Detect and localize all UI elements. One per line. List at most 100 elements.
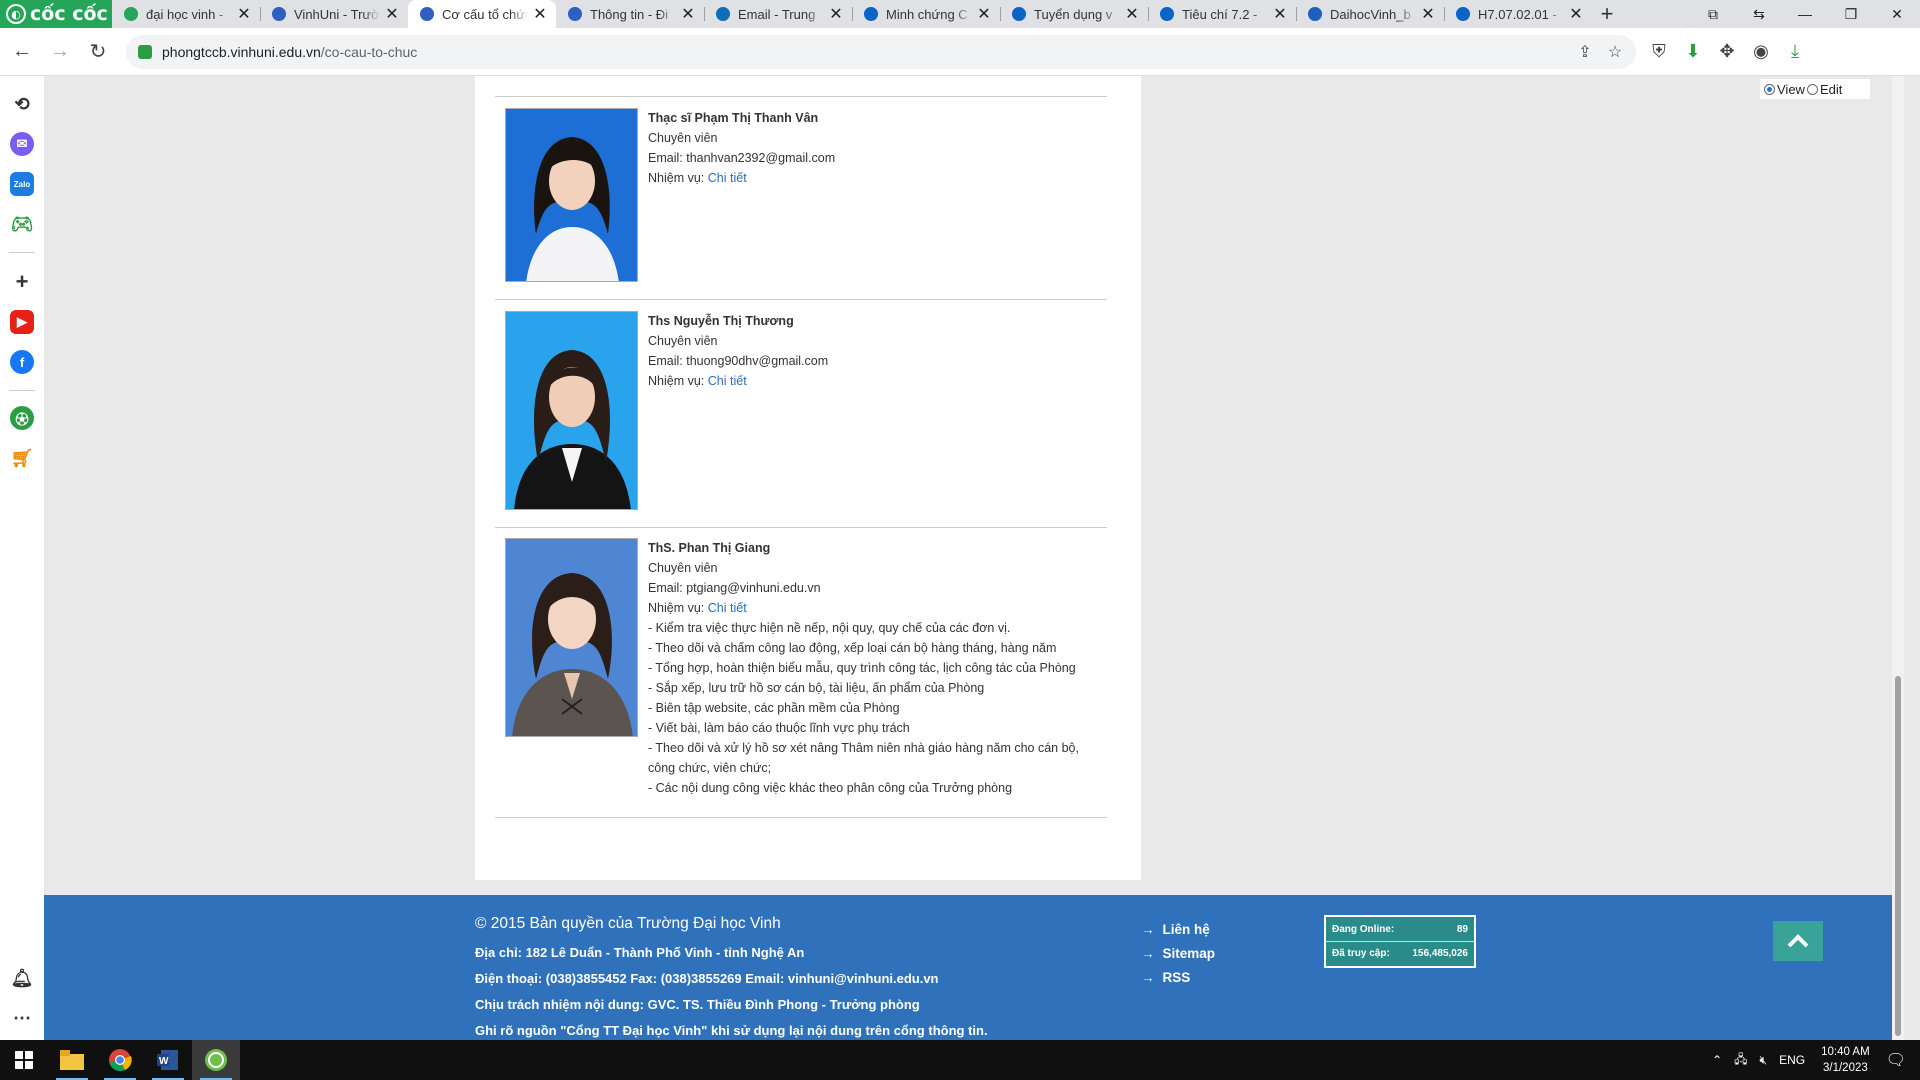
more-options-icon[interactable]: ⋯ [10, 1006, 34, 1030]
soccer-icon[interactable]: ⚽︎ [10, 406, 34, 430]
forward-button[interactable]: → [44, 36, 76, 68]
duty-item: - Tổng hợp, hoàn thiện biểu mẫu, quy trì… [648, 661, 1076, 675]
site-security-icon[interactable] [138, 44, 152, 59]
youtube-icon[interactable]: ▶ [10, 310, 34, 334]
close-tab-icon[interactable]: ✕ [1124, 4, 1140, 24]
close-tab-icon[interactable]: ✕ [1568, 4, 1584, 24]
downloads-icon[interactable]: ⤓ [1778, 35, 1812, 69]
browser-tab[interactable]: H7.07.02.01 - ✕ [1444, 0, 1592, 28]
facebook-icon[interactable]: f [10, 350, 34, 374]
close-tab-icon[interactable]: ✕ [384, 4, 400, 24]
close-window-button[interactable]: ✕ [1874, 0, 1920, 28]
browser-tab[interactable]: đại học vinh - ✕ [112, 0, 260, 28]
outlook-icon [716, 7, 730, 21]
close-tab-icon[interactable]: ✕ [532, 4, 548, 24]
browser-tab[interactable]: Minh chứng C ✕ [852, 0, 1000, 28]
footer-link-rss[interactable]: → RSS [1141, 965, 1215, 989]
close-tab-icon[interactable]: ✕ [828, 4, 844, 24]
bookmark-star-icon[interactable]: ☆ [1606, 43, 1624, 61]
duty-item: - Theo dõi và xử lý hồ sơ xét nâng Thâm … [648, 741, 1079, 775]
clock[interactable]: 10:40 AM 3/1/2023 [1811, 1044, 1880, 1076]
word-icon[interactable]: W [144, 1040, 192, 1080]
extensions-puzzle-icon[interactable]: ✥ [1710, 35, 1744, 69]
address-bar[interactable]: phongtccb.vinhuni.edu.vn/co-cau-to-chuc … [126, 34, 1636, 69]
duty-item: - Biên tập website, các phần mềm của Phò… [648, 701, 900, 715]
detail-link[interactable]: Chi tiết [708, 171, 747, 185]
online-value: 89 [1456, 923, 1468, 935]
onedrive-icon [864, 7, 878, 21]
portrait-image [506, 539, 637, 736]
tab-title: VinhUni - Trườ [294, 6, 380, 22]
coccoc-leaf-icon: ◐ [6, 4, 26, 24]
file-explorer-icon[interactable] [48, 1040, 96, 1080]
volume-muted-icon[interactable]: 🔇︎ [1754, 1053, 1774, 1068]
browser-sidebar: ⟲ ✉ Zalo 🎮︎ + ▶ f ⚽︎ 🛒︎ 🔔︎ ⋯ [0, 76, 44, 1040]
game-controller-icon[interactable]: 🎮︎ [10, 212, 34, 236]
footer-phone: Điện thoại: (038)3855452 Fax: (038)38552… [475, 971, 939, 986]
notification-bell-icon[interactable]: 🔔︎ [10, 966, 34, 990]
clock-date: 3/1/2023 [1823, 1062, 1868, 1074]
page-scrollbar[interactable] [1892, 76, 1904, 1040]
shopping-cart-icon[interactable]: 🛒︎ [10, 446, 34, 470]
staff-role: Chuyên viên [648, 334, 718, 348]
close-tab-icon[interactable]: ✕ [1272, 4, 1288, 24]
shield-extension-icon[interactable]: ⛨ [1642, 35, 1676, 69]
back-button[interactable]: ← [6, 36, 38, 68]
staff-email-line: Email: ptgiang@vinhuni.edu.vn [648, 578, 1108, 598]
sync-icon[interactable]: ⇆ [1736, 0, 1782, 28]
reload-button[interactable]: ↻ [82, 36, 114, 68]
footer-link-sitemap[interactable]: → Sitemap [1141, 941, 1215, 965]
browser-tab[interactable]: Tuyển dụng v ✕ [1000, 0, 1148, 28]
view-radio[interactable] [1764, 83, 1775, 95]
row-divider [495, 299, 1107, 300]
footer-responsible: Chịu trách nhiệm nội dung: GVC. TS. Thiề… [475, 997, 920, 1012]
browser-tab[interactable]: Cơ cấu tổ chức ✕ [408, 0, 556, 28]
coccoc-taskbar-icon[interactable] [192, 1040, 240, 1080]
add-sidebar-icon[interactable]: + [10, 269, 34, 294]
detail-link[interactable]: Chi tiết [708, 374, 747, 388]
download-extension-icon[interactable]: ⬇ [1676, 35, 1710, 69]
duty-item: - Các nội dung công việc khác theo phân … [648, 781, 1013, 795]
footer-link-contact[interactable]: → Liên hệ [1141, 917, 1215, 941]
browser-logo-text: cốc cốc [30, 3, 108, 25]
browser-tab[interactable]: Tiêu chí 7.2 - ✕ [1148, 0, 1296, 28]
messenger-icon[interactable]: ✉ [10, 132, 34, 156]
duty-label: Nhiệm vụ: [648, 171, 705, 185]
onedrive-icon [1456, 7, 1470, 21]
scrollbar-thumb[interactable] [1895, 676, 1901, 1036]
browser-tab[interactable]: Thông tin - Đi ✕ [556, 0, 704, 28]
tray-expand-icon[interactable]: ⌃ [1706, 1053, 1728, 1067]
browser-tab[interactable]: Email - Trung ✕ [704, 0, 852, 28]
language-indicator[interactable]: ENG [1773, 1053, 1811, 1067]
windows-start-icon[interactable] [0, 1040, 48, 1080]
restore-button[interactable]: ❐ [1828, 0, 1874, 28]
new-tab-button[interactable]: + [1592, 0, 1622, 28]
notifications-icon[interactable]: 🗨︎ [1880, 1050, 1920, 1070]
staff-duty-line: Nhiệm vụ: Chi tiết [648, 598, 1108, 618]
tab-title: DaihocVinh_b [1330, 6, 1411, 22]
minimize-button[interactable]: — [1782, 0, 1828, 28]
chrome-icon[interactable] [96, 1040, 144, 1080]
network-icon[interactable]: 🖧︎ [1728, 1050, 1753, 1071]
staff-email-line: Email: thuong90dhv@gmail.com [648, 351, 1108, 371]
arrow-right-icon: → [1141, 969, 1155, 985]
tab-search-icon[interactable]: ⧉ [1690, 0, 1736, 28]
close-tab-icon[interactable]: ✕ [1420, 4, 1436, 24]
share-icon[interactable]: ⇪ [1576, 43, 1594, 61]
close-tab-icon[interactable]: ✕ [680, 4, 696, 24]
close-tab-icon[interactable]: ✕ [976, 4, 992, 24]
footer-source-note: Ghi rõ nguồn "Cổng TT Đại học Vinh" khi … [475, 1023, 988, 1038]
edit-radio[interactable] [1806, 83, 1818, 95]
browser-tab[interactable]: DaihocVinh_b ✕ [1296, 0, 1444, 28]
detail-link[interactable]: Chi tiết [708, 601, 747, 615]
staff-email: ptgiang@vinhuni.edu.vn [686, 581, 821, 595]
duty-list: - Kiểm tra việc thực hiện nề nếp, nội qu… [648, 618, 1108, 798]
profile-icon[interactable]: ◉ [1744, 35, 1778, 69]
row-divider [495, 527, 1107, 528]
coccoc-logo[interactable]: ◐ cốc cốc [0, 0, 112, 28]
back-to-top-button[interactable] [1773, 921, 1823, 961]
history-icon[interactable]: ⟲ [10, 92, 34, 116]
zalo-icon[interactable]: Zalo [10, 172, 34, 196]
close-tab-icon[interactable]: ✕ [236, 4, 252, 24]
browser-tab[interactable]: VinhUni - Trườ ✕ [260, 0, 408, 28]
